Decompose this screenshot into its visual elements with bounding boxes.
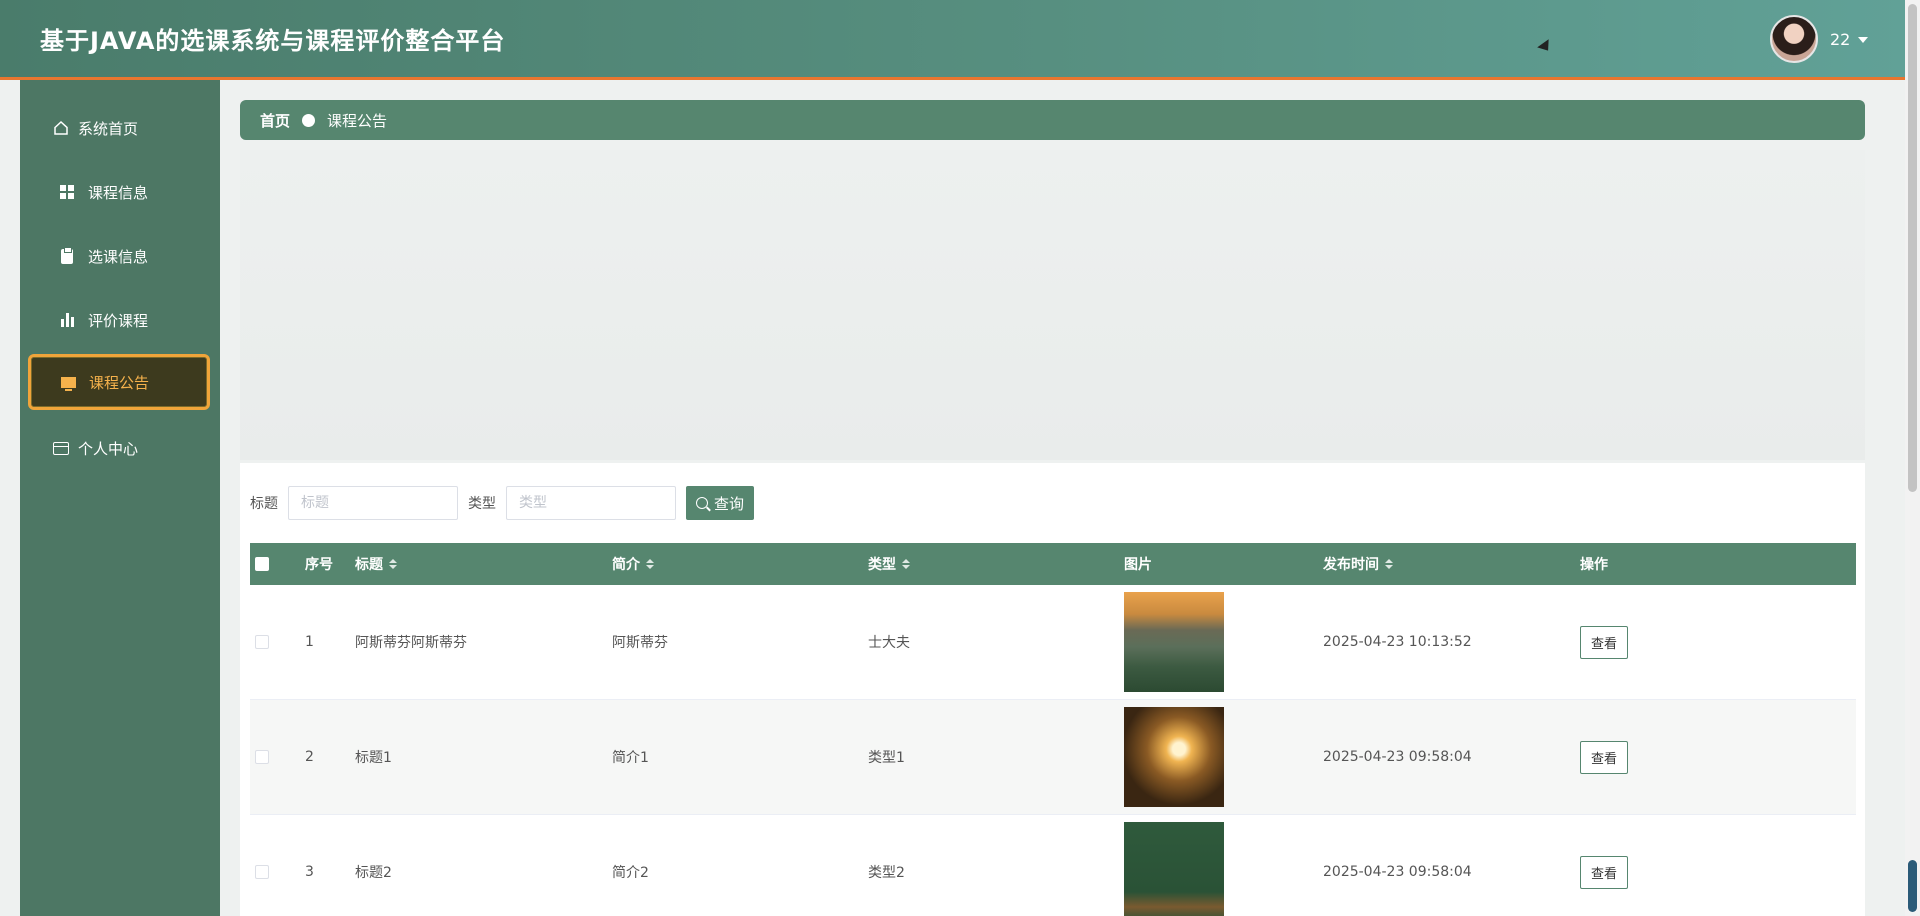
row-index: 3 xyxy=(305,864,314,880)
clipboard-icon xyxy=(56,245,78,267)
header-intro-label: 简介 xyxy=(612,557,640,573)
sidebar-item-enrollment[interactable]: 选课信息 xyxy=(28,228,210,284)
query-button[interactable]: 查询 xyxy=(686,486,755,520)
grid-icon xyxy=(56,181,78,203)
announcement-thumbnail[interactable] xyxy=(1124,822,1224,916)
announcement-thumbnail[interactable] xyxy=(1124,592,1224,692)
header-intro[interactable]: 简介 xyxy=(612,543,654,585)
sidebar-item-home[interactable]: 系统首页 xyxy=(28,100,210,156)
sidebar-item-course-info[interactable]: 课程信息 xyxy=(28,164,210,220)
monitor-icon xyxy=(57,371,79,393)
sort-icon[interactable] xyxy=(902,559,910,569)
header-title[interactable]: 标题 xyxy=(355,543,397,585)
row-title: 标题2 xyxy=(355,865,392,881)
chevron-down-icon[interactable] xyxy=(1858,37,1869,43)
row-published: 2025-04-23 09:58:04 xyxy=(1323,749,1472,765)
row-published: 2025-04-23 10:13:52 xyxy=(1323,634,1472,650)
sidebar-item-label: 系统首页 xyxy=(78,119,139,138)
sidebar-item-announcements[interactable]: 课程公告 xyxy=(28,354,210,410)
header-actions: 操作 xyxy=(1580,557,1608,573)
home-icon xyxy=(50,117,72,139)
table-row: 1 阿斯蒂芬阿斯蒂芬 阿斯蒂芬 士大夫 2025-04-23 10:13:52 … xyxy=(250,585,1856,700)
table-row: 2 标题1 简介1 类型1 2025-04-23 09:58:04 查看 xyxy=(250,700,1856,815)
breadcrumb-home[interactable]: 首页 xyxy=(260,110,290,131)
row-type: 类型2 xyxy=(868,865,905,881)
announcement-thumbnail[interactable] xyxy=(1124,707,1224,807)
type-filter-label: 类型 xyxy=(468,496,496,512)
row-index: 2 xyxy=(305,749,314,765)
separator-dot-icon xyxy=(302,113,316,127)
query-button-label: 查询 xyxy=(714,494,745,513)
content-panel: 标题 类型 查询 序号 标题 简介 类型 图片 xyxy=(240,463,1865,916)
app-title: 基于JAVA的选课系统与课程评价整合平台 xyxy=(40,27,506,55)
page-scrollbar[interactable] xyxy=(1905,0,1920,916)
breadcrumb: 首页 课程公告 xyxy=(240,100,1865,140)
search-bar: 标题 类型 查询 xyxy=(250,486,755,520)
row-checkbox[interactable] xyxy=(255,635,269,649)
sidebar: 系统首页 课程信息 选课信息 评价课程 课程公告 个人中心 xyxy=(20,80,220,916)
row-intro: 简介2 xyxy=(612,865,649,881)
row-title: 标题1 xyxy=(355,750,392,766)
search-icon xyxy=(696,497,708,509)
title-search-input[interactable] xyxy=(288,486,458,520)
sidebar-item-label: 课程信息 xyxy=(88,183,149,202)
header-published-label: 发布时间 xyxy=(1323,557,1379,573)
row-checkbox[interactable] xyxy=(255,750,269,764)
scrollbar-thumb[interactable] xyxy=(1908,4,1917,492)
row-type: 类型1 xyxy=(868,750,905,766)
sidebar-item-evaluate[interactable]: 评价课程 xyxy=(28,292,210,348)
id-card-icon xyxy=(50,437,72,459)
bar-chart-icon xyxy=(56,309,78,331)
blurred-content-area xyxy=(240,150,1865,460)
row-intro: 阿斯蒂芬 xyxy=(612,635,668,651)
table-header: 序号 标题 简介 类型 图片 发布时间 操作 xyxy=(250,543,1856,585)
row-checkbox[interactable] xyxy=(255,865,269,879)
title-filter-label: 标题 xyxy=(250,496,278,512)
sort-icon[interactable] xyxy=(646,559,654,569)
user-menu[interactable]: 22 xyxy=(1770,14,1869,64)
select-all-checkbox[interactable] xyxy=(255,557,269,571)
header-type-label: 类型 xyxy=(868,557,896,573)
header-image: 图片 xyxy=(1124,557,1152,573)
user-name[interactable]: 22 xyxy=(1830,30,1850,49)
row-title: 阿斯蒂芬阿斯蒂芬 xyxy=(355,635,467,651)
top-header: 基于JAVA的选课系统与课程评价整合平台 22 xyxy=(0,0,1905,80)
view-button[interactable]: 查看 xyxy=(1580,740,1629,774)
view-button[interactable]: 查看 xyxy=(1580,855,1629,889)
row-intro: 简介1 xyxy=(612,750,649,766)
sidebar-item-label: 个人中心 xyxy=(78,439,139,458)
table-row: 3 标题2 简介2 类型2 2025-04-23 09:58:04 查看 xyxy=(250,815,1856,916)
announcements-table: 序号 标题 简介 类型 图片 发布时间 操作 1 阿斯蒂芬阿斯蒂芬 阿斯蒂芬 士… xyxy=(250,543,1856,916)
header-index: 序号 xyxy=(305,557,333,573)
sidebar-item-label: 评价课程 xyxy=(88,311,149,330)
row-type: 士大夫 xyxy=(868,635,910,651)
breadcrumb-current: 课程公告 xyxy=(327,111,388,130)
sort-icon[interactable] xyxy=(1385,559,1393,569)
row-index: 1 xyxy=(305,634,314,650)
view-button[interactable]: 查看 xyxy=(1580,625,1629,659)
row-published: 2025-04-23 09:58:04 xyxy=(1323,864,1472,880)
sort-icon[interactable] xyxy=(389,559,397,569)
avatar[interactable] xyxy=(1770,15,1818,63)
scroll-indicator xyxy=(1908,860,1917,912)
header-published[interactable]: 发布时间 xyxy=(1323,543,1393,585)
header-type[interactable]: 类型 xyxy=(868,543,910,585)
sidebar-item-profile[interactable]: 个人中心 xyxy=(28,420,210,476)
sidebar-item-label: 选课信息 xyxy=(88,247,149,266)
type-search-input[interactable] xyxy=(506,486,676,520)
sidebar-item-label: 课程公告 xyxy=(89,373,150,392)
header-title-label: 标题 xyxy=(355,557,383,573)
